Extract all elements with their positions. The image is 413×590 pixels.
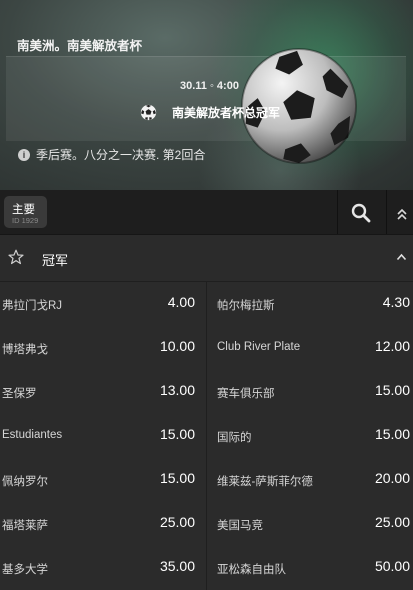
odds-value: 4.30 — [382, 294, 410, 310]
outcome-button[interactable]: 佩纳罗尔 15.00 — [0, 458, 207, 502]
outcome-row: 博塔弗戈 10.00 Club River Plate 12.00 — [0, 326, 413, 370]
outcome-row: 弗拉门戈RJ 4.00 帕尔梅拉斯 4.30 — [0, 282, 413, 326]
team-name: Club River Plate — [217, 341, 301, 353]
outcome-button[interactable]: 基多大学 35.00 — [0, 546, 207, 590]
outcome-button[interactable]: 福塔莱萨 25.00 — [0, 502, 207, 546]
odds-value: 15.00 — [159, 470, 195, 486]
team-name: 佩纳罗尔 — [2, 476, 48, 488]
team-name: 亚松森自由队 — [217, 564, 286, 576]
event-title: 南美解放者杯总冠军 — [172, 105, 281, 120]
odds-value: 20.00 — [374, 470, 410, 486]
outcome-button[interactable]: 圣保罗 13.00 — [0, 370, 207, 414]
outcome-button[interactable]: 帕尔梅拉斯 4.30 — [207, 282, 413, 326]
divider — [337, 190, 338, 234]
star-icon[interactable] — [8, 249, 24, 265]
odds-value: 15.00 — [374, 426, 410, 442]
outcome-button[interactable]: 维莱兹-萨斯菲尔德 20.00 — [207, 458, 413, 502]
outcome-row: Estudiantes 15.00 国际的 15.00 — [0, 414, 413, 458]
league-name[interactable]: 南美洲。南美解放者杯 — [17, 35, 142, 54]
market-tab-bar: 主要 ID 1929 — [0, 190, 413, 235]
event-stage-info: i 季后赛。八分之一决赛. 第2回合 — [18, 146, 205, 163]
outcome-button[interactable]: 亚松森自由队 50.00 — [207, 546, 413, 590]
event-stage-text: 季后赛。八分之一决赛. 第2回合 — [36, 148, 206, 162]
team-name: 国际的 — [217, 432, 252, 444]
team-name: 美国马竞 — [217, 520, 263, 532]
odds-value: 13.00 — [159, 382, 195, 398]
outcome-button[interactable]: Club River Plate 12.00 — [207, 326, 413, 370]
tab-main-id: ID 1929 — [12, 216, 39, 225]
market-header[interactable]: 冠军 — [0, 235, 413, 282]
soccer-ball-icon — [140, 104, 157, 120]
outcome-button[interactable]: 赛车俱乐部 15.00 — [207, 370, 413, 414]
odds-value: 50.00 — [374, 558, 410, 574]
event-datetime: 30.11 ◦ 4:00 — [180, 80, 239, 92]
odds-value: 25.00 — [374, 514, 410, 530]
outcome-row: 基多大学 35.00 亚松森自由队 50.00 — [0, 546, 413, 590]
team-name: 博塔弗戈 — [2, 344, 48, 356]
odds-value: 10.00 — [159, 338, 195, 354]
tab-main-label: 主要 — [12, 204, 35, 216]
team-name: 弗拉门戈RJ — [2, 300, 63, 312]
outcome-button[interactable]: Estudiantes 15.00 — [0, 414, 207, 458]
team-name: 赛车俱乐部 — [217, 388, 275, 400]
outcome-row: 福塔莱萨 25.00 美国马竞 25.00 — [0, 502, 413, 546]
double-chevron-up-icon[interactable] — [396, 207, 408, 221]
tab-main[interactable]: 主要 ID 1929 — [4, 196, 47, 228]
odds-value: 12.00 — [374, 338, 410, 354]
odds-value: 15.00 — [374, 382, 410, 398]
search-icon[interactable] — [350, 202, 372, 224]
team-name: 基多大学 — [2, 564, 48, 576]
event-header: 南美洲。南美解放者杯 30.11 ◦ 4:00 南美解放者杯总冠军 i 季后赛。… — [0, 0, 413, 190]
team-name: 福塔莱萨 — [2, 520, 48, 532]
team-name: 维莱兹-萨斯菲尔德 — [217, 476, 313, 488]
outcome-row: 圣保罗 13.00 赛车俱乐部 15.00 — [0, 370, 413, 414]
outcome-button[interactable]: 弗拉门戈RJ 4.00 — [0, 282, 207, 326]
odds-value: 25.00 — [159, 514, 195, 530]
chevron-up-icon[interactable] — [396, 253, 407, 261]
outcomes-grid: 弗拉门戈RJ 4.00 帕尔梅拉斯 4.30 博塔弗戈 10.00 Club R… — [0, 282, 413, 590]
odds-value: 4.00 — [167, 294, 195, 310]
market-name: 冠军 — [42, 253, 69, 268]
team-name: 帕尔梅拉斯 — [217, 300, 275, 312]
divider — [386, 190, 387, 234]
team-name: Estudiantes — [2, 429, 63, 441]
outcome-row: 佩纳罗尔 15.00 维莱兹-萨斯菲尔德 20.00 — [0, 458, 413, 502]
odds-value: 35.00 — [159, 558, 195, 574]
outcome-button[interactable]: 博塔弗戈 10.00 — [0, 326, 207, 370]
team-name: 圣保罗 — [2, 388, 37, 400]
event-title-row: 南美解放者杯总冠军 — [140, 102, 280, 122]
outcome-button[interactable]: 美国马竞 25.00 — [207, 502, 413, 546]
info-icon: i — [18, 148, 30, 161]
odds-value: 15.00 — [159, 426, 195, 442]
outcome-button[interactable]: 国际的 15.00 — [207, 414, 413, 458]
